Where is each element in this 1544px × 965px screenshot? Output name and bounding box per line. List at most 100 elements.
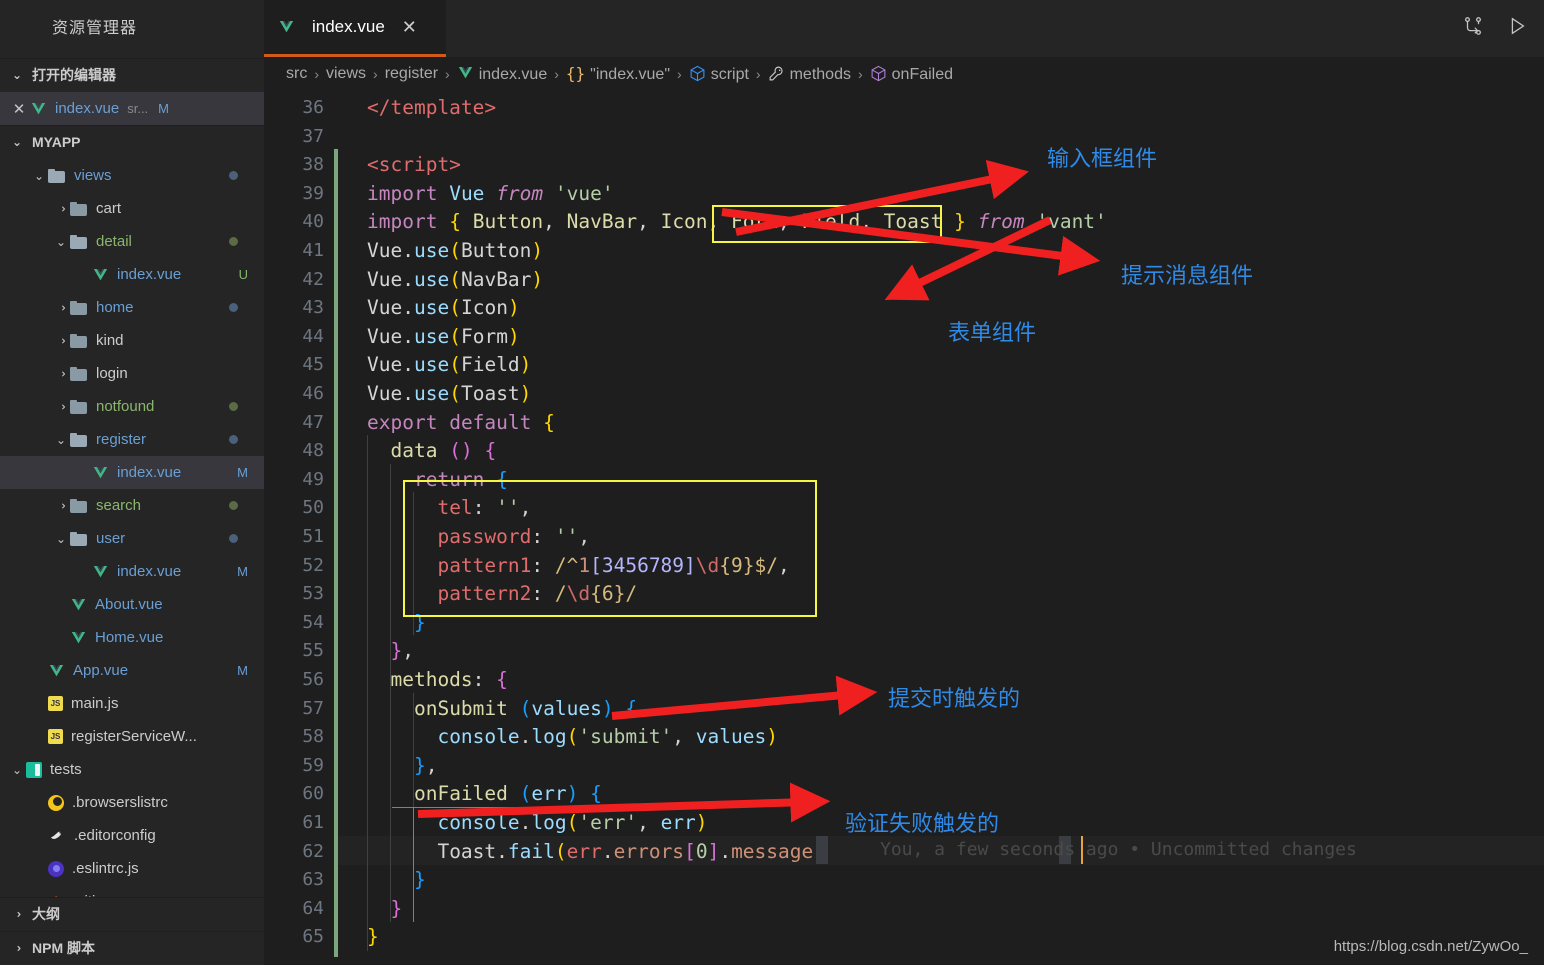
breadcrumb-label: index.vue bbox=[478, 65, 548, 83]
tree-item-app-vue[interactable]: App.vue M bbox=[0, 654, 264, 687]
folder-status-dot bbox=[229, 534, 238, 543]
line-number: 65 bbox=[302, 926, 324, 948]
folder-status-dot bbox=[229, 402, 238, 411]
code-line: Vue.use(Toast) bbox=[367, 382, 532, 405]
chevron-right-icon[interactable]: ⌄ bbox=[54, 299, 68, 317]
breadcrumb[interactable]: src › views › register › index.vue › {} "index.vu… bbox=[264, 57, 1544, 91]
chevron-down-icon[interactable]: ⌄ bbox=[52, 433, 70, 447]
line-number: 56 bbox=[302, 669, 324, 690]
tree-item-detail[interactable]: ⌄ detail bbox=[0, 225, 264, 258]
tree-item-search[interactable]: ⌄ search bbox=[0, 489, 264, 522]
highlight-box-imports bbox=[712, 205, 942, 243]
tree-item-registerservicew[interactable]: JS registerServiceW... bbox=[0, 720, 264, 753]
chevron-down-icon[interactable]: ⌄ bbox=[52, 532, 70, 546]
outline-label: 大纲 bbox=[32, 906, 60, 922]
folder-icon bbox=[70, 201, 88, 216]
git-blame-annotation: You, a few seconds ago • Uncommitted cha… bbox=[880, 839, 1357, 860]
tree-item-index-vue[interactable]: index.vue M bbox=[0, 555, 264, 588]
chevron-right-icon[interactable]: ⌄ bbox=[54, 332, 68, 350]
vue-file-icon bbox=[70, 630, 87, 646]
line-number: 50 bbox=[302, 497, 324, 519]
tree-item-label: login bbox=[96, 365, 128, 382]
npm-scripts-label: NPM 脚本 bbox=[32, 940, 95, 956]
compare-changes-icon[interactable] bbox=[1462, 15, 1484, 42]
tree-item-index-vue[interactable]: index.vue M bbox=[0, 456, 264, 489]
file-status-badge: M bbox=[237, 465, 248, 480]
chevron-right-icon[interactable]: ⌄ bbox=[54, 200, 68, 218]
tree-item-label: tests bbox=[50, 761, 82, 778]
line-number: 52 bbox=[302, 554, 324, 576]
tree-item-about-vue[interactable]: About.vue bbox=[0, 588, 264, 621]
breadcrumb-item[interactable]: src bbox=[286, 65, 307, 83]
line-number: 47 bbox=[302, 411, 324, 433]
breadcrumb-item[interactable]: index.vue bbox=[457, 65, 548, 84]
tree-item-tests[interactable]: ⌄ tests bbox=[0, 753, 264, 786]
code-line: data () { bbox=[390, 439, 497, 463]
reference-underline bbox=[392, 807, 664, 808]
open-editor-item-index-vue[interactable]: ✕ index.vue sr... M bbox=[0, 92, 264, 125]
tree-item-label: .eslintrc.js bbox=[72, 860, 139, 877]
breadcrumb-item[interactable]: methods bbox=[768, 65, 851, 84]
close-icon[interactable]: ✕ bbox=[402, 17, 417, 38]
tree-item-user[interactable]: ⌄ user bbox=[0, 522, 264, 555]
breadcrumb-item[interactable]: {} "index.vue" bbox=[566, 64, 670, 84]
tree-item-home[interactable]: ⌄ home bbox=[0, 291, 264, 324]
line-number: 41 bbox=[302, 240, 324, 261]
js-file-icon: JS bbox=[48, 729, 63, 744]
chevron-down-icon[interactable]: ⌄ bbox=[52, 235, 70, 249]
cube-blue-icon bbox=[689, 65, 706, 82]
line-number: 55 bbox=[302, 640, 324, 662]
folder-icon bbox=[70, 300, 88, 315]
tab-index-vue[interactable]: index.vue ✕ bbox=[264, 0, 446, 57]
open-editors-section-header[interactable]: ⌄ 打开的编辑器 bbox=[0, 58, 264, 92]
close-icon[interactable]: ✕ bbox=[8, 100, 30, 118]
line-number: 58 bbox=[302, 726, 324, 748]
breadcrumb-item[interactable]: onFailed bbox=[870, 65, 953, 84]
chevron-right-icon[interactable]: ⌄ bbox=[54, 365, 68, 383]
chevron-down-icon: ⌄ bbox=[11, 135, 23, 149]
line-number: 48 bbox=[302, 440, 324, 462]
play-icon[interactable] bbox=[1506, 15, 1528, 42]
npm-scripts-section-header[interactable]: ⌄ NPM 脚本 bbox=[0, 931, 264, 965]
tree-item-notfound[interactable]: ⌄ notfound bbox=[0, 390, 264, 423]
breadcrumb-item[interactable]: script bbox=[689, 65, 749, 84]
breadcrumb-item[interactable]: register bbox=[385, 65, 438, 83]
breadcrumb-item[interactable]: views bbox=[326, 65, 366, 83]
line-number: 53 bbox=[302, 583, 324, 605]
line-number: 43 bbox=[302, 297, 324, 319]
tree-item-register[interactable]: ⌄ register bbox=[0, 423, 264, 456]
tree-item-label: register bbox=[96, 431, 147, 448]
code-line: Vue.use(NavBar) bbox=[367, 267, 544, 291]
chevron-down-icon[interactable]: ⌄ bbox=[30, 169, 48, 183]
project-section-header[interactable]: ⌄ MYAPP bbox=[0, 125, 264, 159]
code-line: }, bbox=[413, 753, 438, 777]
vue-file-icon bbox=[457, 65, 474, 81]
chevron-right-icon[interactable]: ⌄ bbox=[54, 398, 68, 416]
views-folder-icon bbox=[48, 168, 66, 183]
chevron-down-icon[interactable]: ⌄ bbox=[8, 763, 26, 777]
folder-status-dot bbox=[229, 171, 238, 180]
breadcrumb-label: register bbox=[384, 65, 439, 82]
annotation-onfailed-trigger: 验证失败触发的 bbox=[845, 811, 1000, 836]
tree-item-views[interactable]: ⌄ views bbox=[0, 159, 264, 192]
tree-item-editorconfig[interactable]: .editorconfig bbox=[0, 819, 264, 852]
tree-item-kind[interactable]: ⌄ kind bbox=[0, 324, 264, 357]
chevron-down-icon: ⌄ bbox=[11, 68, 23, 82]
tree-item-label: index.vue bbox=[117, 464, 182, 481]
annotation-onsubmit-trigger: 提交时触发的 bbox=[888, 686, 1021, 711]
chevron-right-icon[interactable]: ⌄ bbox=[54, 497, 68, 515]
wrench-icon bbox=[768, 65, 785, 82]
folder-status-dot bbox=[229, 435, 238, 444]
breadcrumb-label: "index.vue" bbox=[590, 66, 671, 83]
code-line: import Vue from 'vue' bbox=[367, 181, 614, 205]
outline-section-header[interactable]: ⌄ 大纲 bbox=[0, 897, 264, 931]
tree-item-main-js[interactable]: JS main.js bbox=[0, 687, 264, 720]
tree-item-index-vue[interactable]: index.vue U bbox=[0, 258, 264, 291]
tree-item-login[interactable]: ⌄ login bbox=[0, 357, 264, 390]
tree-item-label: About.vue bbox=[95, 596, 163, 613]
tree-item-eslintrc-js[interactable]: .eslintrc.js bbox=[0, 852, 264, 885]
line-number: 64 bbox=[302, 897, 324, 919]
tree-item-home-vue[interactable]: Home.vue bbox=[0, 621, 264, 654]
tree-item-cart[interactable]: ⌄ cart bbox=[0, 192, 264, 225]
tree-item-browserslistrc[interactable]: .browserslistrc bbox=[0, 786, 264, 819]
